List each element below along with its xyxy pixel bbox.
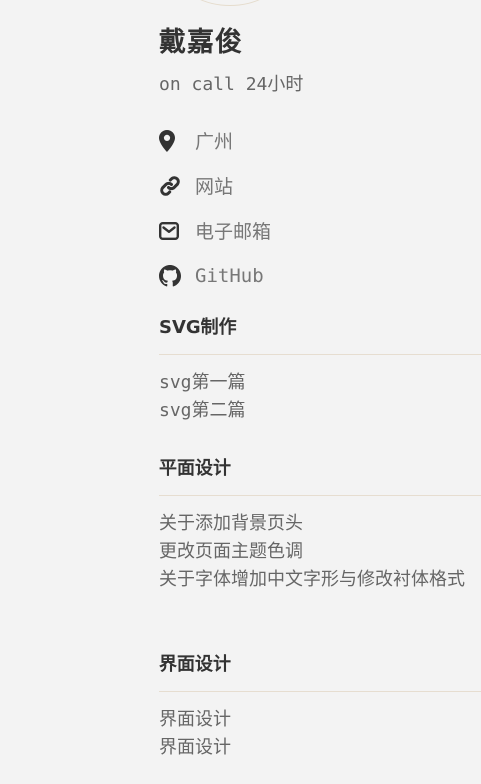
author-bio: on call 24小时 [159, 74, 304, 95]
category-ui-design: 界面设计 界面设计 界面设计 [159, 651, 481, 762]
link-email[interactable]: 电子邮箱 [159, 208, 481, 253]
post-link[interactable]: 界面设计 [159, 734, 471, 762]
divider [159, 495, 481, 496]
post-link[interactable]: 关于添加背景页头 [159, 510, 471, 538]
post-list: 界面设计 界面设计 [159, 706, 481, 762]
link-label-website: 网站 [195, 176, 234, 198]
post-list: svg第一篇 svg第二篇 [159, 369, 481, 425]
divider [159, 354, 481, 355]
category-graphic-design: 平面设计 关于添加背景页头 更改页面主题色调 关于字体增加中文字形与修改衬体格式 [159, 455, 481, 594]
link-github[interactable]: GitHub [159, 253, 481, 298]
link-website[interactable]: 网站 [159, 163, 481, 208]
author-name: 戴嘉俊 [159, 27, 243, 58]
post-link[interactable]: 更改页面主题色调 [159, 538, 471, 566]
github-icon [159, 264, 183, 288]
post-link[interactable]: svg第二篇 [159, 397, 471, 425]
author-links: 广州 网站 电子邮箱 GitHub [159, 118, 481, 298]
link-label-github: GitHub [195, 264, 264, 287]
link-label-location: 广州 [195, 131, 234, 153]
link-icon [159, 174, 183, 198]
category-title: 平面设计 [159, 458, 231, 479]
post-list: 关于添加背景页头 更改页面主题色调 关于字体增加中文字形与修改衬体格式 [159, 510, 481, 594]
category-title: SVG制作 [159, 317, 237, 338]
divider [159, 691, 481, 692]
category-svg: SVG制作 svg第一篇 svg第二篇 [159, 314, 481, 425]
avatar [182, 0, 278, 6]
map-marker-icon [159, 129, 183, 153]
category-title: 界面设计 [159, 654, 231, 675]
link-location[interactable]: 广州 [159, 118, 481, 163]
post-link[interactable]: 关于字体增加中文字形与修改衬体格式 [159, 566, 471, 594]
post-link[interactable]: svg第一篇 [159, 369, 471, 397]
envelope-icon [159, 219, 183, 243]
link-label-email: 电子邮箱 [195, 221, 272, 243]
post-link[interactable]: 界面设计 [159, 706, 471, 734]
